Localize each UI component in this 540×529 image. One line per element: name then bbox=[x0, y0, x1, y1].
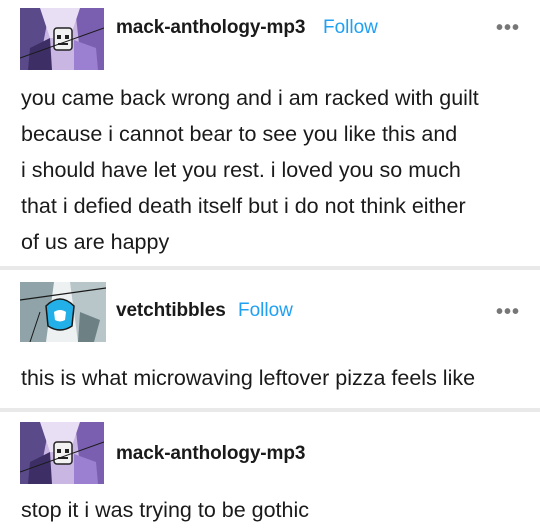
robot-avatar-icon bbox=[20, 282, 106, 342]
username[interactable]: mack-anthology-mp3 bbox=[116, 443, 305, 465]
reblog-post-2: vetchtibbles Follow ••• this is what mic… bbox=[0, 268, 540, 410]
avatar[interactable] bbox=[20, 8, 104, 70]
follow-button[interactable]: Follow bbox=[323, 17, 378, 39]
username[interactable]: vetchtibbles bbox=[116, 300, 226, 322]
post-text-line: because i cannot bear to see you like th… bbox=[21, 122, 458, 146]
more-options-icon[interactable]: ••• bbox=[496, 17, 520, 40]
reblog-post-1: mack-anthology-mp3 Follow ••• you came b… bbox=[0, 0, 540, 268]
post-text-line: i should have let you rest. i loved you … bbox=[21, 158, 461, 182]
more-options-icon[interactable]: ••• bbox=[496, 301, 520, 324]
post-text-line: you came back wrong and i am racked with… bbox=[21, 86, 479, 110]
reblog-post-3: mack-anthology-mp3 stop it i was trying … bbox=[0, 410, 540, 529]
post-text-line: stop it i was trying to be gothic bbox=[21, 498, 310, 522]
robot-avatar-icon bbox=[20, 422, 104, 484]
avatar[interactable] bbox=[20, 422, 104, 484]
robot-avatar-icon bbox=[20, 8, 104, 70]
post-body: you came back wrong and i am racked with… bbox=[21, 80, 526, 260]
post-text-line: this is what microwaving leftover pizza … bbox=[21, 366, 476, 390]
post-text-line: of us are happy bbox=[21, 230, 170, 254]
avatar[interactable] bbox=[20, 282, 106, 342]
post-body: this is what microwaving leftover pizza … bbox=[21, 360, 526, 396]
username[interactable]: mack-anthology-mp3 bbox=[116, 17, 305, 39]
follow-button[interactable]: Follow bbox=[238, 300, 293, 322]
post-body: stop it i was trying to be gothic bbox=[21, 492, 526, 528]
post-text-line: that i defied death itself but i do not … bbox=[21, 194, 466, 218]
